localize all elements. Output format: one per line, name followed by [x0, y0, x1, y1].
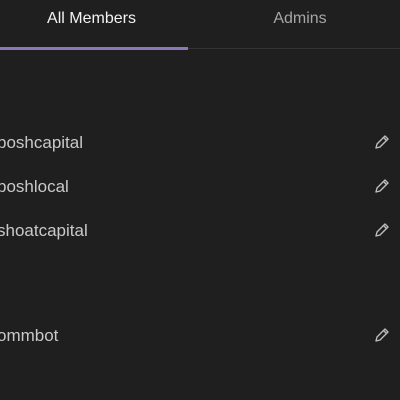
member-name: shoatcapital	[0, 221, 88, 240]
tab-divider	[188, 48, 400, 49]
pencil-icon[interactable]	[372, 220, 392, 240]
member-row[interactable]: boshlocal	[0, 171, 400, 203]
member-row[interactable]: ommbot	[0, 320, 400, 352]
members-panel: All Members Admins boshcapital boshlocal…	[0, 0, 400, 400]
tab-all-members[interactable]: All Members	[0, 0, 188, 48]
member-name: boshlocal	[0, 177, 69, 196]
pencil-icon[interactable]	[372, 176, 392, 196]
member-tabs: All Members Admins	[0, 0, 400, 50]
member-row[interactable]: boshcapital	[0, 127, 400, 159]
member-name: boshcapital	[0, 133, 84, 152]
member-name: ommbot	[0, 326, 59, 345]
tab-admins[interactable]: Admins	[200, 0, 400, 48]
pencil-icon[interactable]	[372, 132, 392, 152]
member-row[interactable]: shoatcapital	[0, 215, 400, 247]
active-tab-indicator	[0, 47, 188, 50]
pencil-icon[interactable]	[372, 325, 392, 345]
